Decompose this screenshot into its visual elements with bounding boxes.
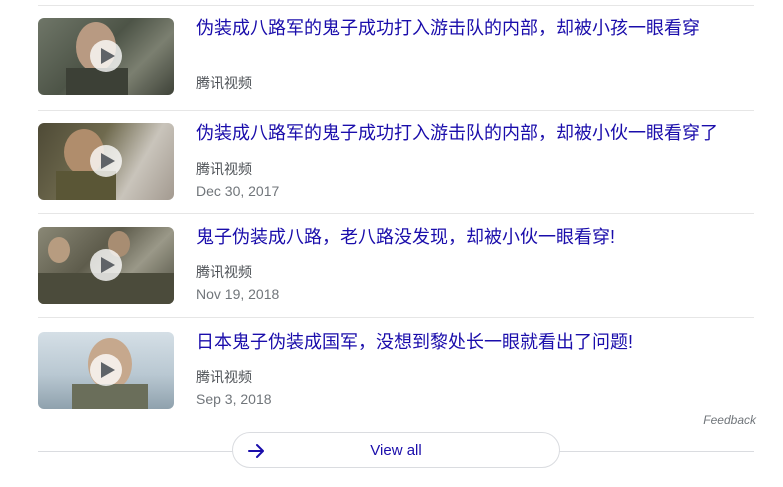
result-date: Dec 30, 2017	[196, 183, 280, 199]
play-icon	[90, 249, 122, 281]
result-source: 腾讯视频	[196, 369, 252, 385]
result-date: Nov 19, 2018	[196, 286, 280, 302]
result-source: 腾讯视频	[196, 75, 252, 91]
video-thumbnail[interactable]	[38, 227, 174, 304]
video-result[interactable]: 伪装成八路军的鬼子成功打入游击队的内部，却被小孩一眼看穿 腾讯视频	[38, 6, 754, 111]
video-result[interactable]: 鬼子伪装成八路，老八路没发现，却被小伙一眼看穿! 腾讯视频 Nov 19, 20…	[38, 213, 754, 318]
video-result[interactable]: 伪装成八路军的鬼子成功打入游击队的内部，却被小伙一眼看穿了 腾讯视频 Dec 3…	[38, 109, 754, 214]
play-icon	[90, 354, 122, 386]
result-date: Sep 3, 2018	[196, 391, 272, 407]
play-icon	[90, 145, 122, 177]
feedback-link[interactable]: Feedback	[703, 413, 756, 427]
result-source: 腾讯视频	[196, 161, 252, 177]
result-title[interactable]: 伪装成八路军的鬼子成功打入游击队的内部，却被小孩一眼看穿	[196, 16, 700, 40]
result-title[interactable]: 伪装成八路军的鬼子成功打入游击队的内部，却被小伙一眼看穿了	[196, 121, 718, 145]
result-source: 腾讯视频	[196, 264, 252, 280]
video-thumbnail[interactable]	[38, 123, 174, 200]
result-title[interactable]: 日本鬼子伪装成国军，没想到黎处长一眼就看出了问题!	[196, 330, 633, 354]
video-thumbnail[interactable]	[38, 332, 174, 409]
view-all-label: View all	[370, 442, 422, 459]
result-title[interactable]: 鬼子伪装成八路，老八路没发现，却被小伙一眼看穿!	[196, 225, 615, 249]
video-result[interactable]: 日本鬼子伪装成国军，没想到黎处长一眼就看出了问题! 腾讯视频 Sep 3, 20…	[38, 318, 754, 423]
view-all-button[interactable]: View all	[232, 432, 560, 468]
video-thumbnail[interactable]	[38, 18, 174, 95]
play-icon	[90, 40, 122, 72]
